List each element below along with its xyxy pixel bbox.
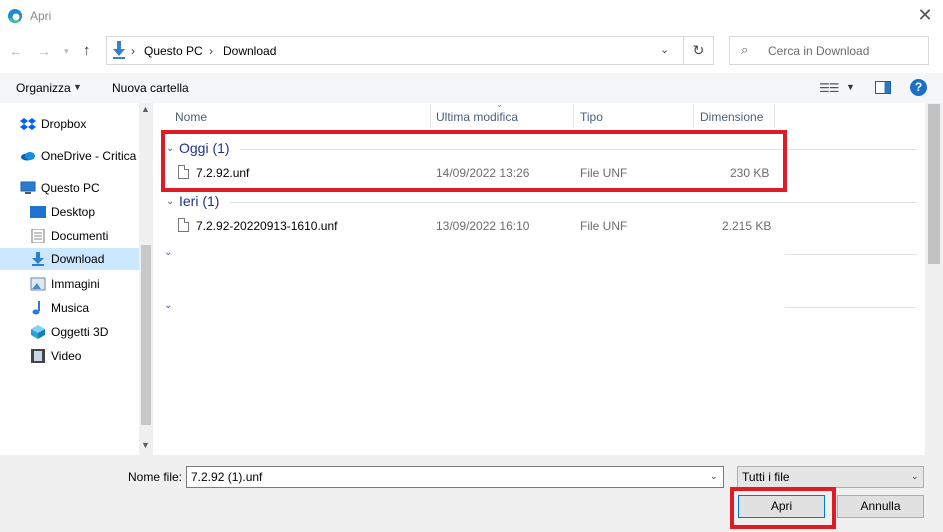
nav-item-desktop[interactable]: Desktop <box>30 201 95 223</box>
column-header-size[interactable]: Dimensione <box>700 110 763 124</box>
edge-app-icon <box>8 9 22 23</box>
onedrive-icon <box>21 151 35 161</box>
scroll-up-icon[interactable]: ▲ <box>141 104 150 114</box>
group-collapse-icon[interactable]: ⌄ <box>166 196 174 207</box>
nav-item-download[interactable]: Download <box>30 248 104 270</box>
up-folder-button[interactable]: ↑ <box>83 42 91 59</box>
search-placeholder: Cerca in Download <box>768 44 870 58</box>
nav-item-3d-objects[interactable]: Oggetti 3D <box>30 321 108 343</box>
desktop-icon <box>30 205 46 218</box>
group-divider <box>230 202 917 203</box>
refresh-icon: ↻ <box>692 42 705 58</box>
nav-item-label: Questo PC <box>41 181 100 195</box>
video-icon <box>31 348 45 363</box>
column-header-type[interactable]: Tipo <box>580 110 603 124</box>
nav-item-label: OneDrive - Critica <box>41 149 137 163</box>
preview-pane-icon[interactable] <box>875 81 891 94</box>
close-icon: ✕ <box>917 5 933 25</box>
nav-item-label: Immagini <box>51 277 100 291</box>
pictures-icon <box>30 277 46 291</box>
recent-locations-dropdown[interactable]: ▾ <box>64 43 69 59</box>
filename-value[interactable]: 7.2.92 (1).unf <box>191 470 262 484</box>
computer-icon <box>20 181 36 194</box>
breadcrumb-separator[interactable]: › <box>131 44 135 58</box>
dropbox-icon <box>20 117 36 130</box>
column-divider[interactable] <box>774 104 775 128</box>
chevron-down-icon[interactable]: ⌄ <box>911 471 919 482</box>
scroll-down-icon[interactable]: ▼ <box>141 440 150 450</box>
nav-item-label: Dropbox <box>41 117 87 131</box>
nav-item-label: Video <box>51 349 82 363</box>
group-header-yesterday[interactable]: Ieri (1) <box>179 193 219 209</box>
nav-item-documents[interactable]: Documenti <box>30 225 108 247</box>
new-folder-button[interactable]: Nuova cartella <box>112 81 189 95</box>
objects-3d-icon <box>31 324 45 339</box>
file-row[interactable]: 7.2.92-20220913-1610.unf 13/09/2022 16:1… <box>170 215 780 237</box>
red-highlight-annotation <box>730 487 836 529</box>
nav-item-video[interactable]: Video <box>30 345 81 367</box>
file-type: File UNF <box>580 219 628 233</box>
nav-item-label: Desktop <box>51 205 96 219</box>
chevron-down-icon: ⌄ <box>660 44 670 56</box>
address-history-dropdown[interactable]: ⌄ <box>660 43 669 56</box>
column-divider[interactable] <box>573 104 574 128</box>
nav-item-pictures[interactable]: Immagini <box>30 273 100 295</box>
file-size: 2.215 KB <box>722 219 772 233</box>
organize-button[interactable]: Organizza <box>16 81 71 95</box>
nav-item-label: Documenti <box>51 229 109 243</box>
refresh-button[interactable]: ↻ <box>684 36 714 65</box>
forward-button[interactable]: → <box>37 43 51 59</box>
nav-item-this-pc[interactable]: Questo PC <box>20 177 100 199</box>
column-header-name[interactable]: Nome <box>175 110 207 124</box>
back-button[interactable]: ← <box>9 43 23 59</box>
column-divider[interactable] <box>693 104 694 128</box>
breadcrumb-download[interactable]: Download <box>223 44 276 58</box>
nav-item-dropbox[interactable]: Dropbox <box>20 113 86 135</box>
download-folder-icon <box>113 41 125 59</box>
chevron-down-icon[interactable]: ▼ <box>846 82 855 92</box>
view-options-icon[interactable]: ☰☰ <box>819 81 839 95</box>
search-icon: ⌕ <box>741 42 749 57</box>
download-icon <box>32 251 44 266</box>
close-button[interactable]: ✕ <box>910 4 940 28</box>
group-collapse-icon[interactable]: ⌄ <box>164 247 172 258</box>
file-type-filter-value[interactable]: Tutti i file <box>742 470 790 484</box>
nav-item-label: Musica <box>51 301 90 315</box>
breadcrumb-separator[interactable]: › <box>209 44 213 58</box>
breadcrumb-this-pc[interactable]: Questo PC <box>144 44 203 58</box>
file-name: 7.2.92-20220913-1610.unf <box>196 219 338 233</box>
group-divider <box>785 254 917 255</box>
column-header-modified[interactable]: Ultima modifica <box>436 110 518 124</box>
content-scrollbar-thumb[interactable] <box>928 104 940 264</box>
documents-icon <box>31 228 45 243</box>
title-bar <box>0 0 943 31</box>
nav-item-label: Download <box>51 252 105 266</box>
nav-scrollbar-thumb[interactable] <box>141 245 151 425</box>
group-divider <box>785 307 917 308</box>
nav-item-label: Oggetti 3D <box>51 325 109 339</box>
file-modified: 13/09/2022 16:10 <box>436 219 530 233</box>
chevron-down-icon[interactable]: ⌄ <box>710 471 718 482</box>
red-highlight-annotation <box>161 130 787 192</box>
filename-input[interactable] <box>186 466 724 488</box>
nav-item-music[interactable]: Musica <box>30 297 89 319</box>
nav-item-onedrive[interactable]: OneDrive - Critica <box>20 145 136 167</box>
help-icon[interactable]: ? <box>910 79 927 96</box>
file-icon <box>178 218 189 232</box>
music-icon <box>32 300 40 315</box>
sort-indicator-icon: ⌄ <box>496 100 503 109</box>
cancel-button[interactable]: Annulla <box>837 495 924 518</box>
window-title: Apri <box>30 9 52 23</box>
group-collapse-icon[interactable]: ⌄ <box>164 300 172 311</box>
chevron-down-icon: ▼ <box>73 82 82 92</box>
filename-label: Nome file: <box>128 470 183 484</box>
column-divider[interactable] <box>430 104 431 128</box>
